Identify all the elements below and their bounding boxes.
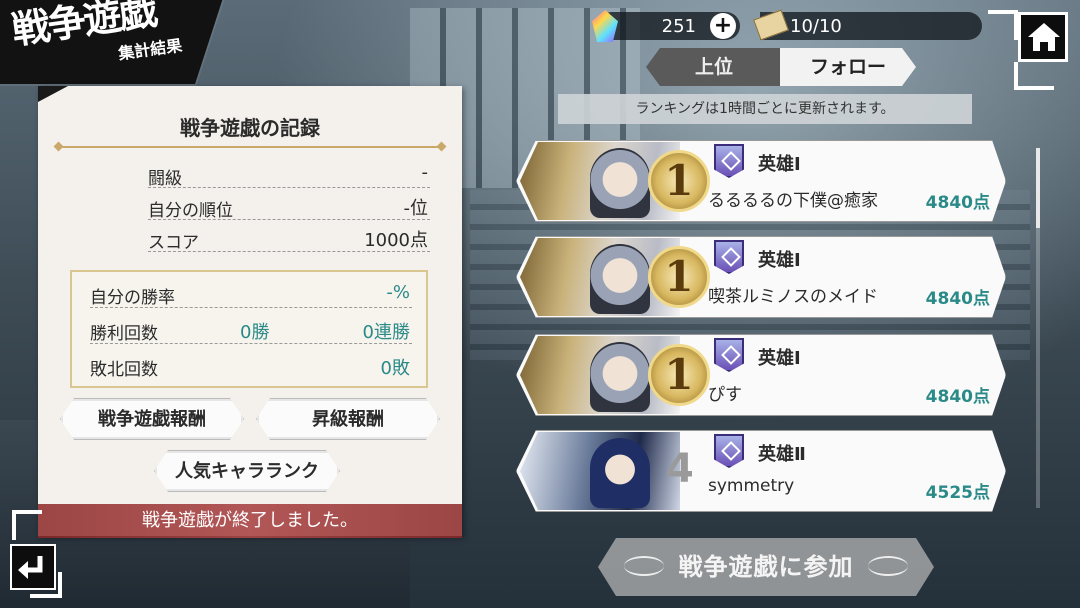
- player-points: 4525点: [925, 483, 990, 503]
- rank-medal-icon: 1: [648, 344, 710, 406]
- win-rate-label: 自分の勝率: [90, 288, 175, 308]
- ranking-card[interactable]: 1 英雄Ⅰ るるるるの下僕@癒家 4840点: [516, 140, 1006, 222]
- rank-title: 英雄Ⅰ: [758, 250, 801, 271]
- stat-value: 1000点: [364, 230, 428, 251]
- win-stats-box: 自分の勝率 -% 勝利回数 0勝 0連勝 敗北回数 0敗: [70, 270, 428, 388]
- war-game-reward-button[interactable]: 戦争遊戯報酬: [60, 398, 244, 440]
- player-points: 4840点: [925, 193, 990, 213]
- losses-label: 敗北回数: [90, 360, 158, 380]
- record-title: 戦争遊戯の記録: [180, 116, 320, 140]
- player-points: 4840点: [925, 387, 990, 407]
- stat-label: 闘級: [148, 169, 182, 189]
- title-divider: [58, 146, 442, 148]
- home-button[interactable]: [1018, 12, 1068, 62]
- stat-value: -: [421, 162, 429, 183]
- wins-label: 勝利回数: [90, 324, 158, 344]
- ticket-counter: 10/10: [753, 9, 982, 41]
- stat-row-score: スコア 1000点: [148, 224, 430, 253]
- ranking-card[interactable]: 1 英雄Ⅰ ぴす 4840点: [516, 334, 1006, 416]
- record-panel: 戦争遊戯の記録 闘級 - 自分の順位 -位 スコア 1000点 自分の勝率 -%…: [38, 86, 462, 536]
- rank-title: 英雄Ⅱ: [758, 444, 806, 465]
- popular-chara-rank-button[interactable]: 人気キャラランク: [154, 450, 340, 492]
- tab-follow[interactable]: フォロー: [780, 48, 916, 86]
- join-label: 戦争遊戯に参加: [678, 553, 854, 581]
- home-icon: [1028, 23, 1060, 51]
- back-arrow-icon: [18, 556, 43, 579]
- rank-number: 4: [666, 446, 694, 492]
- ranking-tabs: 上位 フォロー: [646, 48, 914, 88]
- gem-counter: 251 +: [592, 10, 740, 42]
- losses-row: 敗北回数 0敗: [90, 350, 412, 380]
- ranking-card[interactable]: 4 英雄Ⅱ symmetry 4525点: [516, 430, 1006, 512]
- rank-medal-icon: 1: [648, 246, 710, 308]
- promotion-reward-button[interactable]: 昇級報酬: [256, 398, 440, 440]
- ranking-card[interactable]: 1 英雄Ⅰ 喫茶ルミノスのメイド 4840点: [516, 236, 1006, 318]
- update-notice: ランキングは1時間ごとに更新されます。: [558, 94, 972, 124]
- ticket-count: 10/10: [790, 16, 842, 37]
- player-name: 喫茶ルミノスのメイド: [708, 287, 878, 307]
- ornament-right-icon: [868, 556, 908, 576]
- back-button[interactable]: [10, 544, 56, 590]
- player-name: symmetry: [708, 476, 795, 496]
- add-gems-button[interactable]: +: [710, 13, 736, 39]
- player-points: 4840点: [925, 289, 990, 309]
- stat-row-rank-class: 闘級 -: [148, 160, 430, 189]
- rank-medal-icon: 1: [648, 150, 710, 212]
- losses-count: 0敗: [380, 358, 410, 379]
- character-portrait: [520, 432, 680, 510]
- player-name: ぴす: [708, 385, 742, 405]
- wins-count: 0勝: [240, 322, 270, 343]
- stat-value: -位: [403, 198, 429, 219]
- player-name: るるるるの下僕@癒家: [708, 191, 878, 211]
- join-war-game-button[interactable]: 戦争遊戯に参加: [598, 538, 934, 596]
- wins-row: 勝利回数 0勝 0連勝: [90, 314, 412, 344]
- ranking-list: 1 英雄Ⅰ るるるるの下僕@癒家 4840点 1 英雄Ⅰ 喫茶ルミノスのメイド …: [494, 128, 1054, 528]
- stat-label: スコア: [148, 233, 199, 253]
- rank-title: 英雄Ⅰ: [758, 154, 801, 175]
- ended-banner: 戦争遊戯が終了しました。: [38, 504, 462, 538]
- win-rate-row: 自分の勝率 -%: [90, 278, 412, 308]
- stat-row-my-rank: 自分の順位 -位: [148, 192, 430, 221]
- ornament-left-icon: [624, 556, 664, 576]
- rank-title: 英雄Ⅰ: [758, 348, 801, 369]
- stat-label: 自分の順位: [148, 201, 233, 221]
- tab-top[interactable]: 上位: [646, 48, 782, 86]
- win-rate-value: -%: [386, 282, 410, 303]
- win-streak: 0連勝: [362, 322, 410, 343]
- gem-count: 251: [661, 16, 696, 37]
